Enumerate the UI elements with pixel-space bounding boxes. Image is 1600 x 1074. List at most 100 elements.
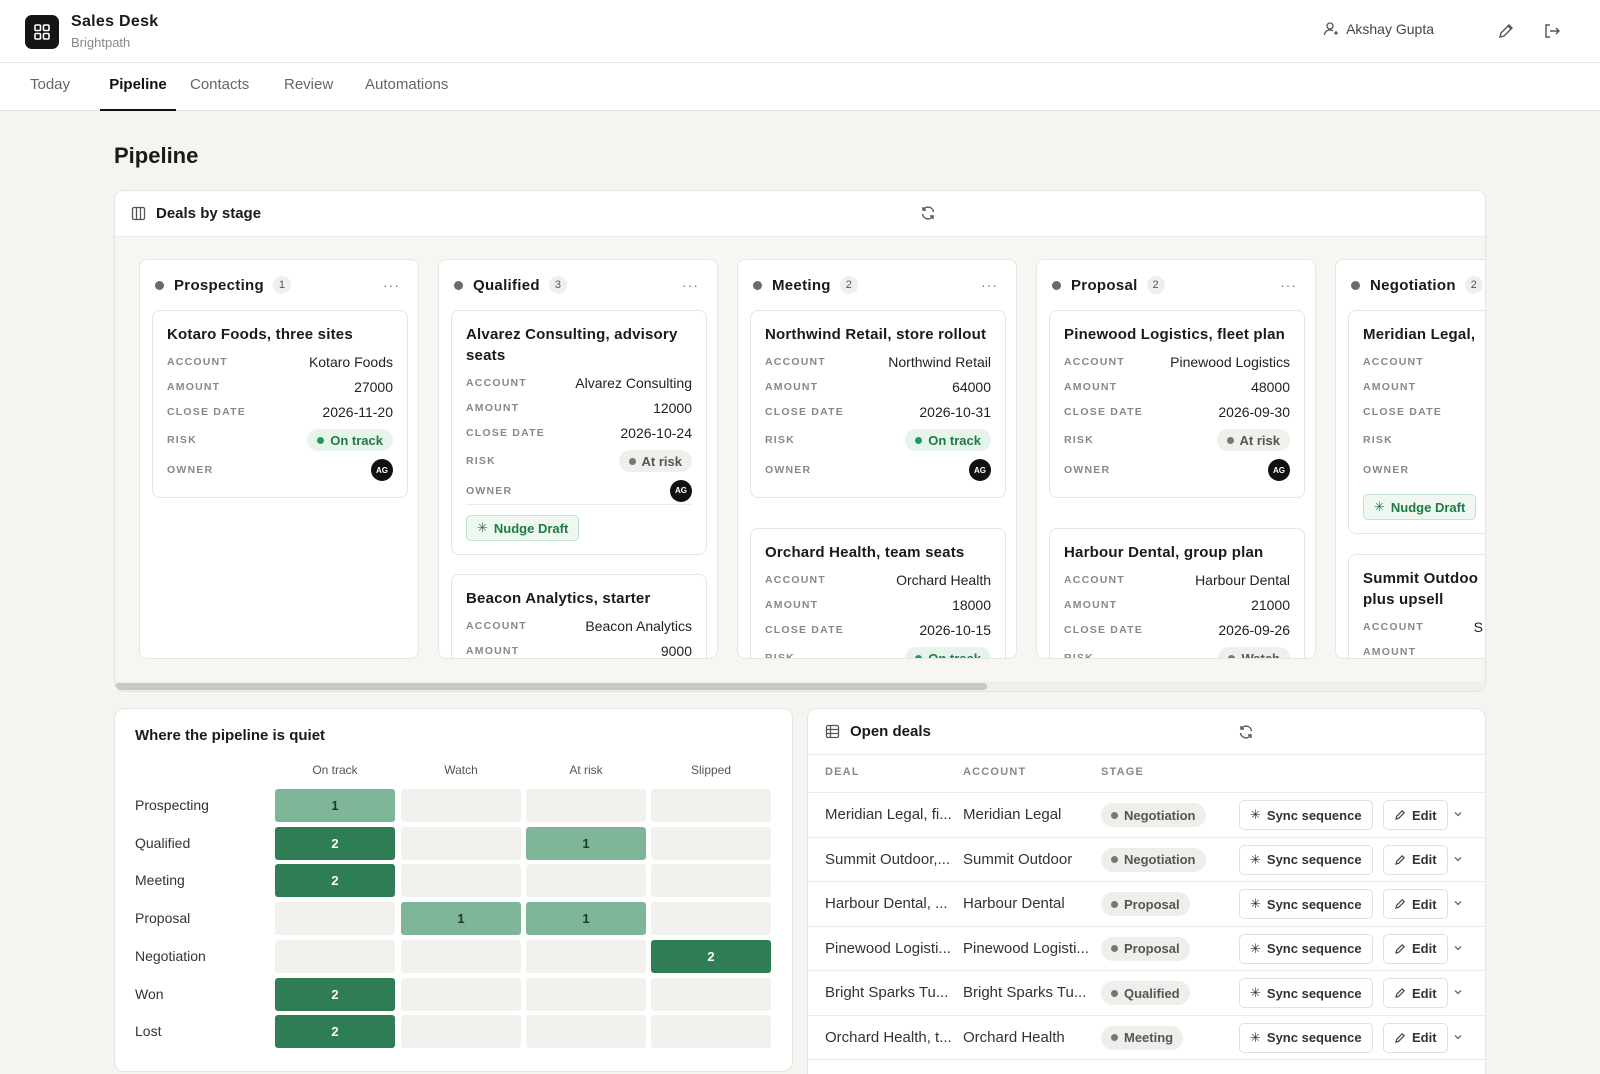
edit-button[interactable]: Edit xyxy=(1383,978,1448,1008)
heatmap-cell[interactable] xyxy=(651,1015,771,1048)
deal-card[interactable]: Orchard Health, team seats ACCOUNT Orchar… xyxy=(750,528,1006,658)
tab-pipeline[interactable]: Pipeline xyxy=(100,63,176,111)
nudge-draft-button[interactable]: ✳ Nudge Draft xyxy=(1363,494,1477,520)
tab-contacts[interactable]: Contacts xyxy=(188,63,251,111)
heatmap-cell[interactable]: 1 xyxy=(275,789,395,822)
heatmap-cell[interactable] xyxy=(401,940,521,973)
sync-sequence-button[interactable]: ✳ Sync sequence xyxy=(1239,844,1373,875)
edit-button[interactable]: Edit xyxy=(1383,889,1448,919)
heatmap-cell[interactable]: 1 xyxy=(526,902,646,935)
column-header-deal[interactable]: DEAL xyxy=(825,766,860,778)
heatmap-cell[interactable] xyxy=(275,940,395,973)
heatmap-cell[interactable]: 2 xyxy=(275,1015,395,1048)
table-row[interactable]: Orchard Health, t... Orchard Health Meetin… xyxy=(808,1014,1485,1059)
deal-card[interactable]: Northwind Retail, store rollout ACCOUNT N… xyxy=(750,310,1006,498)
heatmap-cell[interactable]: 1 xyxy=(401,902,521,935)
account-value: Northwind Retail xyxy=(888,353,991,370)
column-prospecting: Prospecting 1 ··· Kotaro Foods, three site… xyxy=(139,259,419,659)
table-row[interactable]: Bright Sparks Tu... Bright Sparks Tu... Qu… xyxy=(808,970,1485,1014)
heatmap-cell[interactable] xyxy=(401,789,521,822)
amount-label: AMOUNT xyxy=(466,401,520,414)
pencil-icon[interactable] xyxy=(1497,22,1515,40)
horizontal-scrollbar[interactable] xyxy=(115,681,1485,691)
heatmap-cell[interactable] xyxy=(401,978,521,1011)
edit-button[interactable]: Edit xyxy=(1383,800,1448,830)
more-icon[interactable]: ··· xyxy=(682,277,699,293)
heatmap-cell[interactable] xyxy=(275,902,395,935)
heatmap-cell[interactable] xyxy=(401,827,521,860)
heatmap-cell[interactable] xyxy=(401,864,521,897)
deal-card[interactable]: Alvarez Consulting, advisory seats ACCOU… xyxy=(451,310,707,555)
scrollbar-thumb[interactable] xyxy=(115,683,987,690)
heatmap-cell[interactable] xyxy=(651,827,771,860)
deal-card[interactable]: Summit Outdoo plus upsell ACCOUNT S AMOUN… xyxy=(1348,554,1485,658)
tab-today[interactable]: Today xyxy=(28,63,72,111)
close-date-value: 2026-09-30 xyxy=(1218,403,1290,420)
deal-card[interactable]: Meridian Legal, ACCOUNT AMOUNT CLOSE DAT… xyxy=(1348,310,1485,534)
refresh-icon[interactable] xyxy=(920,205,936,221)
amount-value: 64000 xyxy=(952,378,991,395)
sync-sequence-button[interactable]: ✳ Sync sequence xyxy=(1239,889,1373,919)
sync-sequence-button[interactable]: ✳ Sync sequence xyxy=(1239,800,1373,830)
tab-review[interactable]: Review xyxy=(282,63,335,111)
stage-dot xyxy=(1351,280,1360,290)
chevron-down-icon[interactable] xyxy=(1452,986,1464,998)
refresh-icon[interactable] xyxy=(1238,724,1254,740)
chevron-down-icon[interactable] xyxy=(1452,1031,1464,1043)
table-row[interactable]: Harbour Dental, ... Harbour Dental Proposa… xyxy=(808,881,1485,925)
heatmap-cell[interactable]: 2 xyxy=(275,827,395,860)
deal-card[interactable]: Beacon Analytics, starter ACCOUNT Beacon … xyxy=(451,574,707,658)
account-name: Meridian Legal xyxy=(963,806,1062,823)
table-row[interactable]: Summit Outdoor,... Summit Outdoor Negotiat… xyxy=(808,836,1485,881)
heatmap-cell[interactable] xyxy=(526,864,646,897)
heatmap-cell[interactable] xyxy=(651,902,771,935)
nudge-draft-button[interactable]: ✳ Nudge Draft xyxy=(466,515,580,541)
heatmap-cell[interactable] xyxy=(526,789,646,822)
column-header-stage[interactable]: STAGE xyxy=(1101,766,1144,778)
heatmap-cell[interactable]: 2 xyxy=(651,940,771,973)
tab-automations[interactable]: Automations xyxy=(363,63,450,111)
pencil-icon xyxy=(1395,898,1406,909)
sync-sequence-button[interactable]: ✳ Sync sequence xyxy=(1239,978,1373,1008)
deal-card[interactable]: Harbour Dental, group plan ACCOUNT Harbou… xyxy=(1049,528,1305,658)
user-menu[interactable]: Akshay Gupta xyxy=(1323,21,1434,37)
column-name: Prospecting xyxy=(174,276,264,294)
table-row[interactable]: Meridian Legal, fi... Meridian Legal Negot… xyxy=(808,792,1485,836)
stage-badge: Negotiation xyxy=(1101,803,1206,827)
chevron-down-icon[interactable] xyxy=(1452,853,1464,865)
sync-sequence-button[interactable]: ✳ Sync sequence xyxy=(1239,933,1373,964)
heatmap-cell[interactable] xyxy=(526,1015,646,1048)
more-icon[interactable]: ··· xyxy=(1280,277,1297,293)
chevron-down-icon[interactable] xyxy=(1452,942,1464,954)
heatmap-cell[interactable] xyxy=(526,940,646,973)
column-header-account[interactable]: ACCOUNT xyxy=(963,766,1026,778)
logout-icon[interactable] xyxy=(1543,22,1561,40)
heatmap-cell[interactable]: 1 xyxy=(526,827,646,860)
heatmap-cell[interactable] xyxy=(651,864,771,897)
edit-button[interactable]: Edit xyxy=(1383,844,1448,875)
deal-card[interactable]: Pinewood Logistics, fleet plan ACCOUNT Pi… xyxy=(1049,310,1305,498)
app-logo-icon[interactable] xyxy=(25,15,59,49)
chevron-down-icon[interactable] xyxy=(1452,808,1464,820)
table-row[interactable] xyxy=(808,1059,1485,1074)
account-value: Orchard Health xyxy=(896,571,991,588)
heatmap-cell[interactable] xyxy=(526,978,646,1011)
more-icon[interactable]: ··· xyxy=(981,277,998,293)
table-row[interactable]: Pinewood Logisti... Pinewood Logisti... Pr… xyxy=(808,925,1485,970)
open-deals-panel: Open deals DEAL ACCOUNT STAGE Meridian L… xyxy=(807,708,1486,1074)
heatmap-cell[interactable] xyxy=(651,978,771,1011)
more-icon[interactable]: ··· xyxy=(383,277,400,293)
heatmap-cell[interactable]: 2 xyxy=(275,978,395,1011)
heatmap-cell[interactable] xyxy=(651,789,771,822)
heatmap-cell[interactable]: 2 xyxy=(275,864,395,897)
heatmap-cell[interactable] xyxy=(401,1015,521,1048)
chevron-down-icon[interactable] xyxy=(1452,897,1464,909)
edit-button[interactable]: Edit xyxy=(1383,1022,1448,1053)
deal-card[interactable]: Kotaro Foods, three sites ACCOUNT Kotaro … xyxy=(152,310,408,498)
pencil-icon xyxy=(1395,809,1406,820)
edit-button[interactable]: Edit xyxy=(1383,933,1448,964)
amount-label: AMOUNT xyxy=(1064,598,1118,611)
sync-sequence-button[interactable]: ✳ Sync sequence xyxy=(1239,1022,1373,1053)
heatmap-column-label: Slipped xyxy=(690,763,732,777)
close-date-label: CLOSE DATE xyxy=(1363,405,1442,418)
